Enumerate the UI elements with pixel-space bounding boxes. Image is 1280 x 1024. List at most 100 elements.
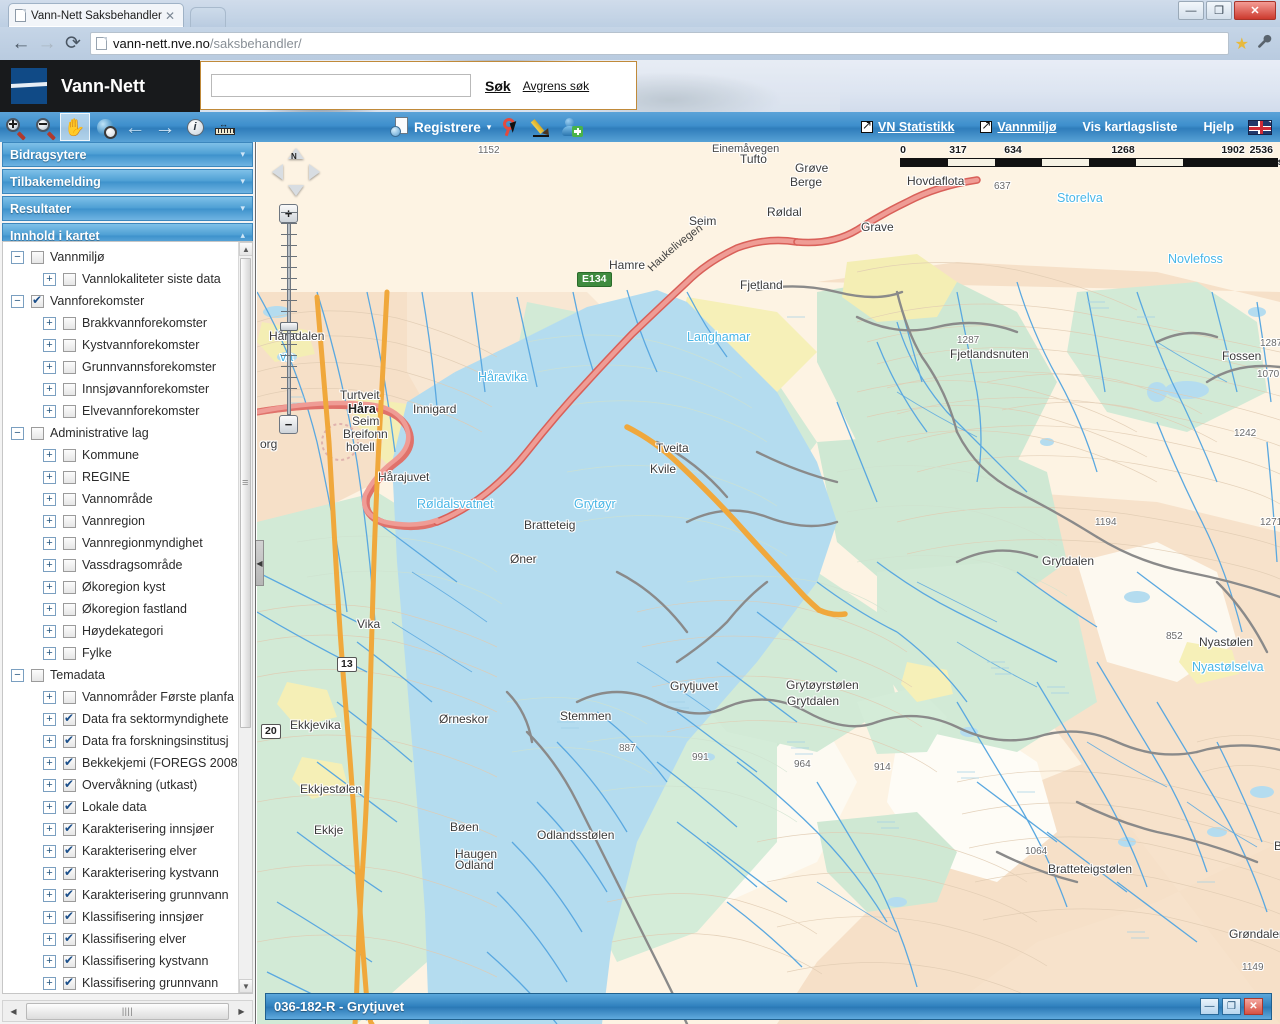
previous-extent-icon[interactable]: ←: [120, 113, 150, 141]
pencil-edit-icon[interactable]: [527, 113, 557, 141]
scroll-thumb[interactable]: ||||: [26, 1002, 229, 1020]
vis-kartlagsliste-button[interactable]: Vis kartlagsliste: [1082, 120, 1177, 134]
expand-icon[interactable]: +: [43, 448, 56, 462]
pan-east-button[interactable]: [309, 164, 320, 180]
zoom-out-button[interactable]: −: [279, 415, 298, 434]
expand-icon[interactable]: +: [43, 712, 56, 726]
expand-icon[interactable]: +: [43, 272, 56, 286]
map-viewport[interactable]: Haukelivegen 1152 Einemåvegen Tufto Grøve Be…: [257, 142, 1280, 1024]
tree-node[interactable]: + Karakterisering grunnvann: [7, 884, 238, 906]
layer-checkbox[interactable]: [31, 250, 44, 264]
next-extent-icon[interactable]: →: [150, 113, 180, 141]
layer-checkbox[interactable]: [63, 492, 76, 506]
layer-checkbox[interactable]: [63, 470, 76, 484]
accordion-bidragsytere[interactable]: Bidragsytere ▾: [2, 142, 253, 167]
expand-icon[interactable]: +: [43, 558, 56, 572]
close-window-button[interactable]: ✕: [1234, 1, 1276, 20]
tree-node[interactable]: + Kystvannforekomster: [7, 334, 238, 356]
union-jack-language-icon[interactable]: [1248, 119, 1272, 135]
expand-icon[interactable]: +: [43, 470, 56, 484]
collapse-icon[interactable]: −: [11, 668, 24, 682]
search-input[interactable]: [211, 74, 471, 97]
expand-icon[interactable]: +: [43, 580, 56, 594]
tree-node[interactable]: + Brakkvannforekomster: [7, 312, 238, 334]
expand-icon[interactable]: +: [43, 778, 56, 792]
layer-checkbox[interactable]: [63, 514, 76, 528]
expand-icon[interactable]: +: [43, 844, 56, 858]
layer-checkbox[interactable]: [63, 733, 76, 748]
layer-checkbox[interactable]: [63, 865, 76, 880]
layer-checkbox[interactable]: [63, 821, 76, 836]
layer-checkbox[interactable]: [63, 799, 76, 814]
tree-node[interactable]: + Økoregion kyst: [7, 576, 238, 598]
zoom-thumb[interactable]: [280, 322, 298, 331]
expand-icon[interactable]: +: [43, 690, 56, 704]
tree-node[interactable]: + Klassifisering elver: [7, 928, 238, 950]
vn-statistikk-link[interactable]: VN Statistikk: [861, 118, 954, 134]
layer-checkbox[interactable]: [63, 536, 76, 550]
tree-node[interactable]: + Klassifisering grunnvann: [7, 972, 238, 993]
tree-node[interactable]: + Økoregion fastland: [7, 598, 238, 620]
search-button[interactable]: Søk: [485, 78, 511, 94]
expand-icon[interactable]: +: [43, 492, 56, 506]
expand-icon[interactable]: +: [43, 976, 56, 990]
expand-icon[interactable]: +: [43, 646, 56, 660]
tree-node[interactable]: + Karakterisering innsjøer: [7, 818, 238, 840]
minimize-button[interactable]: —: [1178, 1, 1204, 20]
tree-node[interactable]: + Klassifisering innsjøer: [7, 906, 238, 928]
expand-icon[interactable]: +: [43, 536, 56, 550]
horizontal-scrollbar[interactable]: ◀ |||| ▶: [2, 1000, 253, 1022]
scroll-right-icon[interactable]: ▶: [233, 1002, 250, 1020]
expand-icon[interactable]: +: [43, 888, 56, 902]
accordion-tilbakemelding[interactable]: Tilbakemelding ▾: [2, 169, 253, 194]
layer-tree-scrollbar[interactable]: ▲ ▼: [238, 242, 252, 993]
tree-node[interactable]: + Innsjøvannforekomster: [7, 378, 238, 400]
layer-checkbox[interactable]: [63, 316, 76, 330]
layer-checkbox[interactable]: [63, 953, 76, 968]
back-icon[interactable]: ←: [8, 31, 34, 57]
close-icon[interactable]: ✕: [163, 9, 177, 23]
tree-node[interactable]: + Høydekategori: [7, 620, 238, 642]
tree-node[interactable]: + Overvåkning (utkast): [7, 774, 238, 796]
panel-collapse-handle[interactable]: ◀: [256, 540, 264, 586]
zoom-track[interactable]: [287, 223, 291, 415]
expand-icon[interactable]: +: [43, 800, 56, 814]
expand-icon[interactable]: +: [43, 866, 56, 880]
add-user-icon[interactable]: [557, 113, 587, 141]
tree-node[interactable]: + Kommune: [7, 444, 238, 466]
expand-icon[interactable]: +: [43, 822, 56, 836]
expand-icon[interactable]: +: [43, 602, 56, 616]
expand-icon[interactable]: +: [43, 404, 56, 418]
layer-checkbox[interactable]: [63, 646, 76, 660]
refine-search-link[interactable]: Avgrens søk: [523, 79, 589, 93]
layer-checkbox[interactable]: [31, 426, 44, 440]
measure-ruler-icon[interactable]: ↔: [210, 113, 240, 141]
registrere-menu[interactable]: Registrere ▾: [390, 117, 491, 137]
expand-icon[interactable]: +: [43, 756, 56, 770]
tree-node[interactable]: + Data fra sektormyndighete: [7, 708, 238, 730]
identify-info-icon[interactable]: i: [180, 113, 210, 141]
layer-checkbox[interactable]: [63, 711, 76, 726]
zoom-slider[interactable]: + −: [278, 204, 300, 434]
layer-checkbox[interactable]: [63, 360, 76, 374]
pan-west-button[interactable]: [272, 164, 283, 180]
accordion-resultater[interactable]: Resultater ▾: [2, 196, 253, 221]
status-restore-button[interactable]: ❐: [1222, 998, 1241, 1015]
status-close-button[interactable]: ✕: [1244, 998, 1263, 1015]
scroll-up-icon[interactable]: ▲: [239, 242, 252, 256]
expand-icon[interactable]: +: [43, 338, 56, 352]
layer-checkbox[interactable]: [63, 580, 76, 594]
browser-tab[interactable]: Vann-Nett Saksbehandler ✕: [8, 3, 184, 27]
collapse-icon[interactable]: −: [11, 426, 24, 440]
layer-checkbox[interactable]: [63, 755, 76, 770]
zoom-full-extent-icon[interactable]: [90, 113, 120, 141]
layer-checkbox[interactable]: [63, 887, 76, 902]
new-tab-button[interactable]: [190, 7, 226, 27]
layer-checkbox[interactable]: [63, 602, 76, 616]
tree-node[interactable]: + Lokale data: [7, 796, 238, 818]
hjelp-button[interactable]: Hjelp: [1203, 120, 1234, 134]
scroll-left-icon[interactable]: ◀: [5, 1002, 22, 1020]
layer-checkbox[interactable]: [63, 777, 76, 792]
tree-node[interactable]: + Vannregion: [7, 510, 238, 532]
bookmark-star-icon[interactable]: ★: [1235, 34, 1249, 54]
